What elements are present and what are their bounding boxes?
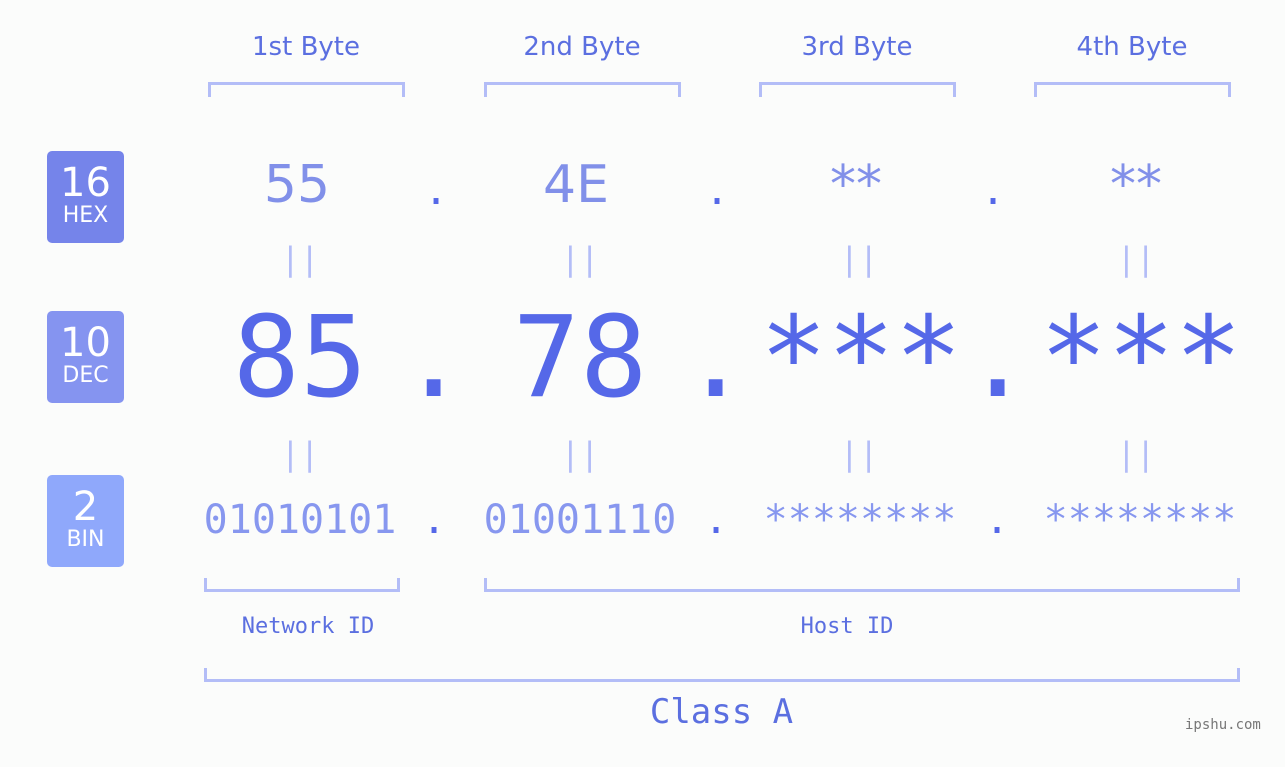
bin-byte-3: ******** (763, 497, 957, 543)
host-id-label: Host ID (800, 614, 894, 639)
bin-byte-4: ******** (1043, 497, 1237, 543)
bin-dot-2: . (704, 497, 729, 543)
byte-bracket-3 (759, 82, 956, 97)
watermark: ipshu.com (1185, 717, 1261, 733)
equals-dec-bin-4: || (1116, 435, 1156, 473)
bin-base-number: 2 (72, 484, 99, 530)
dec-base-label: DEC (62, 363, 109, 388)
byte-header-1: 1st Byte (252, 32, 360, 62)
hex-byte-1: 55 (263, 155, 331, 215)
hex-base-label: HEX (62, 203, 109, 228)
class-label: Class A (649, 692, 794, 732)
network-id-label: Network ID (241, 614, 375, 639)
dec-byte-2: 78 (512, 293, 648, 423)
equals-hex-dec-3: || (839, 240, 879, 278)
bin-dot-3: . (985, 497, 1010, 543)
hex-byte-3: ** (830, 155, 882, 215)
dec-badge: 10 DEC (47, 311, 124, 403)
hex-dot-2: . (705, 168, 730, 214)
byte-header-2: 2nd Byte (523, 32, 641, 62)
hex-byte-4: ** (1110, 155, 1162, 215)
bin-base-label: BIN (66, 527, 105, 552)
byte-bracket-1 (208, 82, 405, 97)
network-id-bracket (204, 578, 400, 592)
equals-dec-bin-1: || (280, 435, 320, 473)
byte-header-3: 3rd Byte (801, 32, 913, 62)
equals-hex-dec-4: || (1116, 240, 1156, 278)
hex-dot-3: . (981, 168, 1006, 214)
dec-dot-2: . (682, 293, 750, 423)
hex-dot-1: . (424, 168, 449, 214)
dec-byte-4: *** (1039, 293, 1243, 423)
hex-badge: 16 HEX (47, 151, 124, 243)
host-id-bracket (484, 578, 1240, 592)
hex-byte-2: 4E (543, 155, 609, 215)
bin-byte-2: 01001110 (483, 497, 677, 543)
dec-dot-3: . (964, 293, 1032, 423)
dec-byte-1: 85 (232, 293, 368, 423)
equals-dec-bin-3: || (839, 435, 879, 473)
dec-base-number: 10 (60, 320, 111, 366)
hex-base-number: 16 (60, 160, 111, 206)
equals-dec-bin-2: || (560, 435, 600, 473)
equals-hex-dec-1: || (280, 240, 320, 278)
byte-bracket-2 (484, 82, 681, 97)
bin-dot-1: . (422, 497, 447, 543)
bin-badge: 2 BIN (47, 475, 124, 567)
bin-byte-1: 01010101 (203, 497, 397, 543)
class-bracket (204, 668, 1240, 682)
dec-dot-1: . (400, 293, 468, 423)
equals-hex-dec-2: || (560, 240, 600, 278)
byte-header-4: 4th Byte (1076, 32, 1188, 62)
byte-bracket-4 (1034, 82, 1231, 97)
dec-byte-3: *** (759, 293, 963, 423)
